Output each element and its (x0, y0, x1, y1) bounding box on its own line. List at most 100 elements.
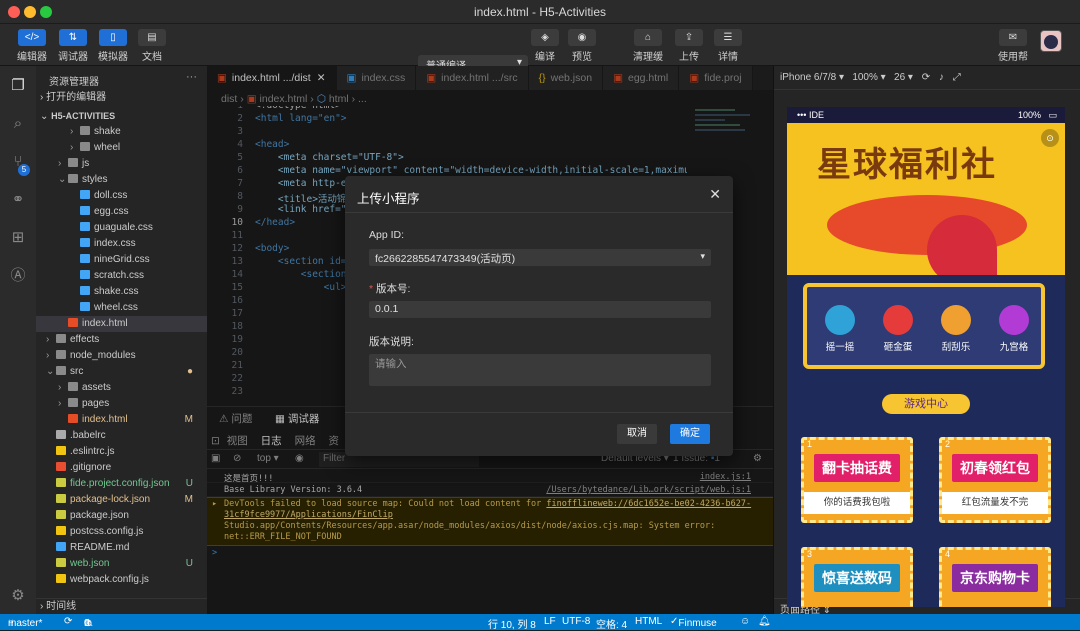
version-input[interactable]: 0.0.1 (369, 301, 711, 318)
tree-item[interactable]: package.json (36, 508, 207, 524)
tree-item[interactable]: index.css (36, 236, 207, 252)
battery-level: 100% (1017, 110, 1041, 120)
tree-item[interactable]: .gitignore (36, 460, 207, 476)
open-editors-section[interactable]: › 打开的编辑器 (36, 90, 207, 106)
sync-icon[interactable]: ⟳ (64, 616, 72, 627)
tree-item[interactable]: egg.css (36, 204, 207, 220)
compile-button[interactable]: ◈ 编译 (531, 29, 559, 63)
finmuse-indicator[interactable]: ✓ Finmuse (670, 616, 717, 629)
status-bar: ⑂ master* ⟳ ⊗ 0 ⚠ 0 行 10, 列 8 LF UTF-8 空… (0, 614, 1080, 631)
tree-item-label: assets (82, 382, 111, 393)
tree-item[interactable]: .babelrc (36, 428, 207, 444)
tree-item[interactable]: › pages (36, 396, 207, 412)
tree-item-label: pages (82, 398, 110, 409)
category-shake[interactable]: 摇一摇 (813, 305, 867, 353)
device-select[interactable]: iPhone 6/7/8 (780, 72, 836, 83)
search-icon[interactable]: ⌕ (8, 114, 28, 134)
tree-item-label: styles (82, 174, 108, 185)
close-icon[interactable]: ✕ (709, 186, 721, 203)
bell-icon[interactable]: 🔔︎ (758, 616, 771, 627)
folder-icon (56, 350, 66, 359)
tree-item-label: postcss.config.js (70, 526, 144, 537)
tree-item[interactable]: ⌄ src ● (36, 364, 207, 380)
appid-select[interactable]: fc2662285547473349(活动页) ▾ (369, 249, 711, 266)
plugin-icon[interactable]: Ⓐ (8, 266, 28, 286)
timeline-section[interactable]: › 时间线 (36, 598, 207, 614)
tree-item[interactable]: webpack.config.js (36, 572, 207, 588)
tree-item[interactable]: › node_modules (36, 348, 207, 364)
tree-item[interactable]: index.html M (36, 412, 207, 428)
tree-item[interactable]: fide.project.config.json U (36, 476, 207, 492)
tree-item[interactable]: web.json U (36, 556, 207, 572)
chevron-right-icon: › (40, 601, 44, 612)
docs-button[interactable]: ▤ 文档 (138, 29, 166, 63)
line-ending[interactable]: LF (544, 616, 556, 627)
card-title: 翻卡抽话费 (814, 454, 900, 482)
description-textarea[interactable]: 请输入 (369, 354, 711, 386)
language-mode[interactable]: HTML (635, 616, 662, 627)
tree-item-label: egg.css (94, 206, 129, 217)
zoom-select[interactable]: 100% (852, 72, 878, 83)
card-2[interactable]: 2 初春领红包 红包流量发不完 (939, 437, 1051, 523)
tree-item[interactable]: README.md (36, 540, 207, 556)
chevron-right-icon: › (46, 350, 50, 361)
tree-item[interactable]: › assets (36, 380, 207, 396)
tree-item[interactable]: shake.css (36, 284, 207, 300)
tree-item[interactable]: package-lock.json M (36, 492, 207, 508)
explorer-title: 资源管理器 (49, 77, 99, 88)
upload-button[interactable]: ⇪ 上传 (675, 29, 703, 63)
tree-item[interactable]: .eslintrc.js (36, 444, 207, 460)
cursor-position[interactable]: 行 10, 列 8 (488, 616, 536, 631)
tree-item-label: doll.css (94, 190, 128, 201)
rotate-icon[interactable]: ⟳ (922, 72, 930, 83)
category-box: 摇一摇 砸金蛋 刮刮乐 九宫格 (803, 283, 1045, 369)
debugger-button[interactable]: ⇅ 调试器 (58, 29, 88, 63)
fullscreen-icon[interactable]: ⤢ (953, 72, 961, 83)
details-button[interactable]: ☰ 详情 (714, 29, 742, 63)
sound-icon[interactable]: ♪ (939, 72, 944, 83)
category-egg[interactable]: 砸金蛋 (871, 305, 925, 353)
card-1[interactable]: 1 翻卡抽话费 你的话费我包啦 (801, 437, 913, 523)
tree-item[interactable]: nineGrid.css (36, 252, 207, 268)
git-graph-icon[interactable]: ⚭ (8, 190, 28, 210)
tree-item[interactable]: › shake (36, 124, 207, 140)
indentation[interactable]: 空格: 4 (596, 616, 627, 631)
tree-item[interactable]: › effects (36, 332, 207, 348)
menu-capsule-icon[interactable]: ⊙ (1041, 129, 1059, 147)
tree-item[interactable]: guaguale.css (36, 220, 207, 236)
tree-item[interactable]: scratch.css (36, 268, 207, 284)
tree-item[interactable]: postcss.config.js (36, 524, 207, 540)
category-grid[interactable]: 九宫格 (987, 305, 1041, 353)
tree-item[interactable]: › wheel (36, 140, 207, 156)
tree-item[interactable]: index.html (36, 316, 207, 332)
files-icon[interactable]: ❐ (8, 76, 28, 96)
simulator-button[interactable]: ▯ 模拟器 (98, 29, 128, 63)
gear-icon[interactable]: ⚙ (8, 586, 28, 606)
confirm-button[interactable]: 确定 (670, 424, 710, 444)
font-size-select[interactable]: 26 (894, 72, 905, 83)
tree-item[interactable]: ⌄ styles (36, 172, 207, 188)
editor-button[interactable]: </> 编辑器 (17, 29, 47, 63)
card-4[interactable]: 4 京东购物卡 (939, 547, 1051, 607)
git-status-badge: M (184, 414, 193, 425)
feedback-icon[interactable]: ☺ (740, 616, 750, 627)
tree-item[interactable]: › js (36, 156, 207, 172)
tree-item-label: webpack.config.js (70, 574, 149, 585)
avatar[interactable] (1040, 30, 1062, 52)
phone-icon: ▯ (99, 29, 127, 46)
json-file-icon (56, 510, 66, 519)
card-3[interactable]: 3 惊喜送数码 (801, 547, 913, 607)
preview-button[interactable]: ◉ 预览 (568, 29, 596, 63)
folder-icon (80, 142, 90, 151)
cancel-button[interactable]: 取消 (617, 424, 657, 444)
chevron-right-icon: › (70, 142, 74, 153)
extensions-icon[interactable]: ⊞ (8, 228, 28, 248)
css-file-icon (80, 238, 90, 247)
title-bar: index.html - H5-Activities (0, 0, 1080, 24)
tree-item[interactable]: doll.css (36, 188, 207, 204)
encoding[interactable]: UTF-8 (562, 616, 590, 627)
tree-item[interactable]: wheel.css (36, 300, 207, 316)
project-section[interactable]: ⌄ H5-ACTIVITIES (36, 108, 207, 124)
more-actions-icon[interactable]: ··· (186, 71, 197, 83)
category-scratch[interactable]: 刮刮乐 (929, 305, 983, 353)
